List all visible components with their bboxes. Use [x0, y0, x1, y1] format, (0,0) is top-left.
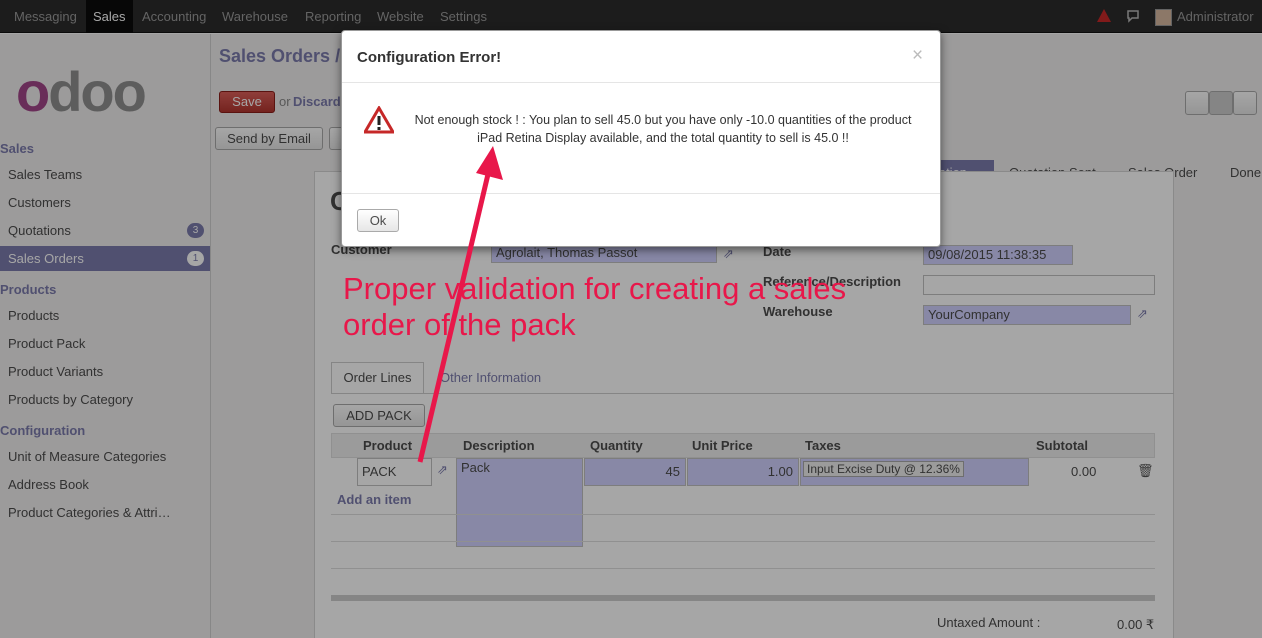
message-line: Not enough stock ! : You plan to sell 45…	[414, 113, 912, 127]
dialog-title: Configuration Error!	[357, 49, 502, 66]
annotation-arrow-icon	[417, 146, 503, 463]
ok-button[interactable]: Ok	[357, 209, 399, 232]
dialog-header: Configuration Error! ×	[342, 31, 940, 83]
close-icon[interactable]: ×	[912, 45, 923, 67]
warning-icon	[364, 106, 394, 134]
